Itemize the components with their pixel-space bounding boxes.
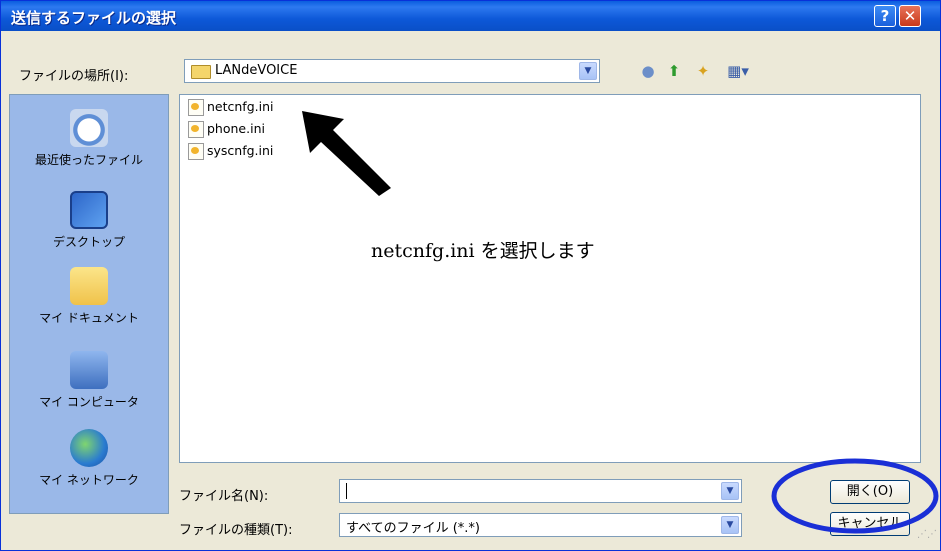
place-desktop-label: デスクトップ: [52, 235, 125, 249]
file-list[interactable]: netcnfg.ini phone.ini syscnfg.ini: [179, 94, 921, 463]
file-item[interactable]: phone.ini: [188, 121, 265, 141]
highlight-ellipse: [771, 458, 939, 534]
place-my-documents-label: マイ ドキュメント: [39, 311, 139, 325]
close-button[interactable]: ✕: [899, 5, 921, 27]
chevron-down-icon[interactable]: ▼: [721, 516, 739, 534]
filename-label: ファイル名(N):: [179, 489, 269, 504]
ini-file-icon: [188, 121, 204, 138]
place-desktop[interactable]: デスクトップ: [10, 191, 168, 250]
recent-icon: [70, 109, 108, 147]
location-label: ファイルの場所(I):: [19, 69, 129, 84]
file-name: syscnfg.ini: [207, 143, 274, 158]
text-caret: [346, 483, 347, 499]
view-menu-icon[interactable]: ▦▾: [723, 61, 753, 81]
location-dropdown[interactable]: LANdeVOICE ▼: [184, 59, 600, 83]
filetype-dropdown[interactable]: すべてのファイル (*.*) ▼: [339, 513, 742, 537]
up-folder-icon[interactable]: ⬆: [664, 61, 684, 81]
file-name: phone.ini: [207, 121, 265, 136]
my-network-icon: [70, 429, 108, 467]
place-my-documents[interactable]: マイ ドキュメント: [10, 267, 168, 326]
my-documents-icon: [70, 267, 108, 305]
filetype-label: ファイルの種類(T):: [179, 523, 293, 538]
place-my-network[interactable]: マイ ネットワーク: [10, 429, 168, 488]
file-open-dialog: 送信するファイルの選択 ? ✕ ファイルの場所(I): LANdeVOICE ▼…: [0, 0, 941, 551]
chevron-down-icon[interactable]: ▼: [721, 482, 739, 500]
ini-file-icon: [188, 143, 204, 160]
file-item[interactable]: netcnfg.ini: [188, 99, 274, 119]
my-computer-icon: [70, 351, 108, 389]
file-item[interactable]: syscnfg.ini: [188, 143, 273, 163]
places-bar: 最近使ったファイル デスクトップ マイ ドキュメント マイ コンピュータ マイ …: [9, 94, 169, 514]
place-my-computer[interactable]: マイ コンピュータ: [10, 351, 168, 410]
filename-input[interactable]: ▼: [339, 479, 742, 503]
location-value: LANdeVOICE: [215, 63, 298, 78]
chevron-down-icon[interactable]: ▼: [579, 62, 597, 80]
desktop-icon: [70, 191, 108, 229]
place-recent[interactable]: 最近使ったファイル: [10, 109, 168, 168]
instruction-annotation: netcnfg.ini を選択します: [371, 240, 595, 262]
place-recent-label: 最近使ったファイル: [34, 153, 143, 167]
place-my-network-label: マイ ネットワーク: [39, 473, 139, 487]
resize-grip-icon[interactable]: ⋰⋰: [917, 530, 937, 547]
ini-file-icon: [188, 99, 204, 116]
place-my-computer-label: マイ コンピュータ: [39, 395, 139, 409]
dialog-title: 送信するファイルの選択: [11, 9, 177, 27]
file-name: netcnfg.ini: [207, 99, 274, 114]
folder-icon: [191, 65, 211, 79]
title-bar[interactable]: 送信するファイルの選択 ? ✕: [1, 1, 940, 31]
filetype-value: すべてのファイル (*.*): [346, 521, 480, 536]
pointer-arrow: [302, 111, 391, 196]
help-button[interactable]: ?: [874, 5, 896, 27]
new-folder-icon[interactable]: ✦: [693, 61, 713, 81]
back-icon[interactable]: ●: [638, 61, 658, 81]
